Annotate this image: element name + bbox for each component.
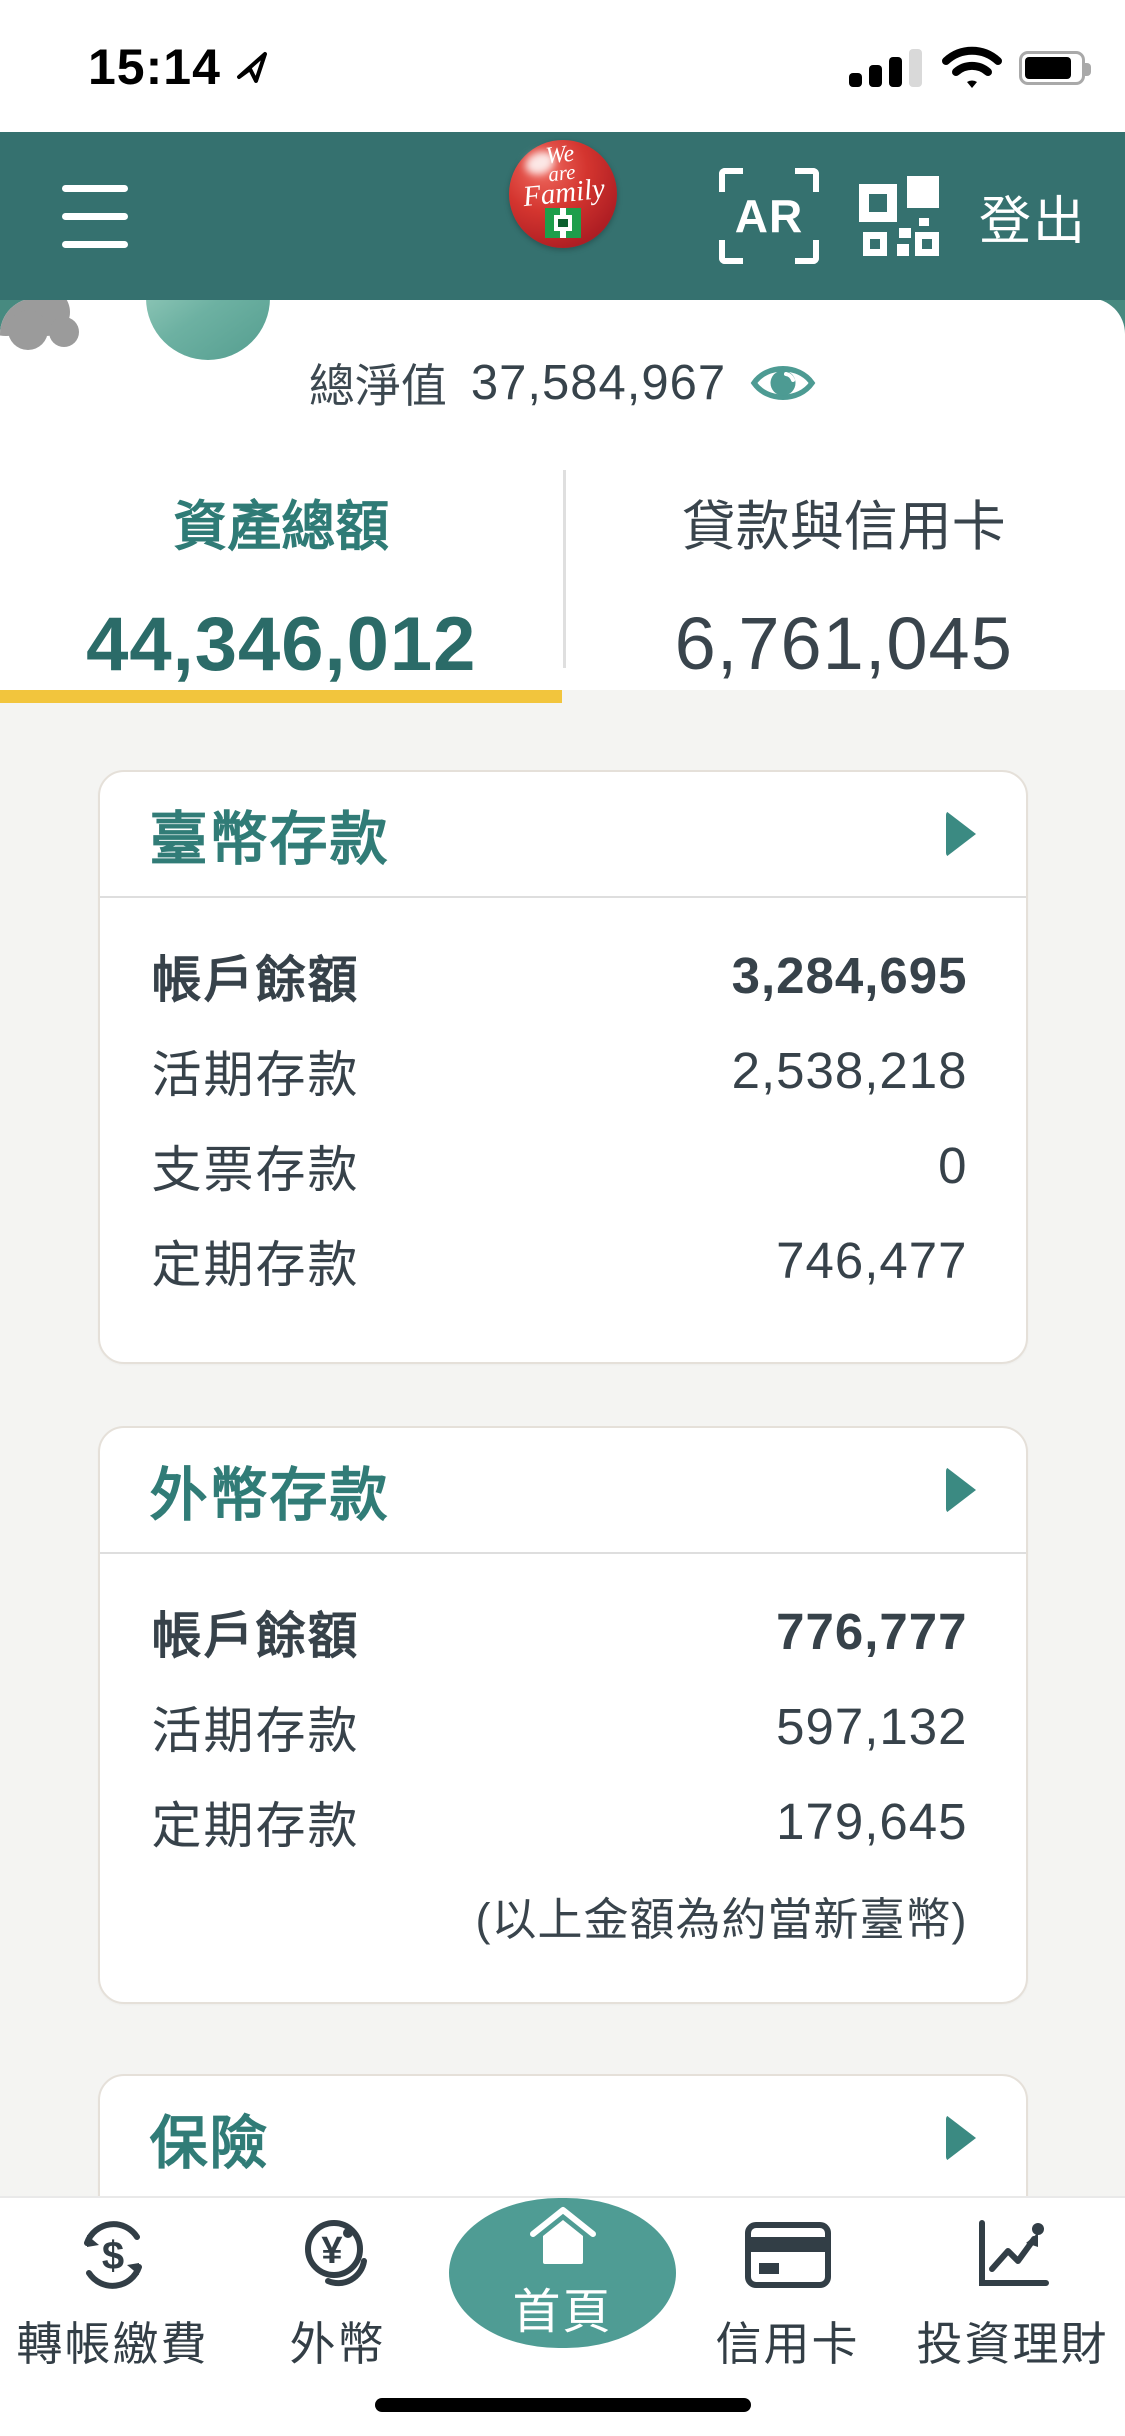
tab-total-assets-value: 44,346,012	[86, 602, 477, 687]
insurance-card-header[interactable]: 保險	[100, 2076, 1026, 2196]
svg-text:¥: ¥	[321, 2230, 342, 2272]
twd-deposit-card: 臺幣存款 帳戶餘額 3,284,695 活期存款 2,538,218 支票存款 …	[97, 770, 1028, 1364]
battery-level	[1025, 57, 1071, 79]
net-worth-label: 總淨值	[308, 360, 447, 412]
fx-deposit-card: 外幣存款 帳戶餘額 776,777 活期存款 597,132 定期存款 179,…	[97, 1426, 1028, 2004]
status-bar: 15:14	[0, 0, 1125, 132]
ar-label: AR	[734, 190, 804, 242]
net-worth-row: 總淨值 37,584,967	[0, 350, 1125, 416]
twd-deposit-card-header[interactable]: 臺幣存款	[99, 772, 1026, 898]
fx-conversion-note: (以上金額為約當新臺幣)	[475, 1894, 968, 1945]
summary-sheet: 總淨值 37,584,967 資產總額 44,346,012 貸款與信用卡 6,…	[0, 298, 1125, 690]
home-icon	[529, 2207, 596, 2264]
logo-slogan: We are Family	[521, 140, 607, 214]
foreign-currency-icon: ¥	[298, 2212, 378, 2298]
summary-tabs: 資產總額 44,346,012 貸款與信用卡 6,761,045	[0, 468, 1125, 690]
location-arrow-icon	[236, 52, 267, 83]
svg-text:$: $	[101, 2234, 123, 2278]
insurance-card: 保險	[97, 2074, 1028, 2196]
insurance-title: 保險	[149, 2111, 270, 2176]
clock-text: 15:14	[88, 39, 221, 95]
chevron-right-icon	[945, 1467, 976, 1513]
logout-button[interactable]: 登出	[979, 179, 1087, 254]
battery-icon	[1019, 51, 1091, 85]
accounts-scroll-area[interactable]: 臺幣存款 帳戶餘額 3,284,695 活期存款 2,538,218 支票存款 …	[0, 690, 1125, 2196]
tab-loans-credit-value: 6,761,045	[674, 602, 1013, 685]
wifi-icon	[942, 46, 1002, 88]
tabs-divider	[562, 470, 566, 668]
credit-card-icon	[744, 2212, 832, 2298]
tab-total-assets-label: 資產總額	[173, 497, 390, 557]
fx-deposit-title: 外幣存款	[149, 1463, 390, 1528]
ar-scan-button[interactable]: AR	[718, 168, 819, 264]
bank-emblem	[544, 208, 581, 239]
nav-home-label: 首頁	[512, 2286, 613, 2339]
tab-total-assets[interactable]: 資產總額 44,346,012	[0, 468, 563, 690]
investment-icon	[972, 2212, 1054, 2298]
qr-code-icon[interactable]	[858, 176, 939, 256]
transfer-icon: $	[71, 2212, 155, 2298]
nav-transfer-pay[interactable]: $ 轉帳繳費	[0, 2198, 225, 2436]
menu-button[interactable]	[62, 176, 132, 256]
table-row: 定期存款 179,645	[151, 1793, 968, 1854]
table-row: 活期存款 597,132	[151, 1698, 968, 1759]
table-row: 支票存款 0	[151, 1137, 968, 1198]
net-worth-value: 37,584,967	[470, 356, 727, 410]
cellular-signal-icon	[849, 49, 922, 87]
table-row: 帳戶餘額 776,777	[151, 1603, 968, 1664]
table-row: 活期存款 2,538,218	[151, 1042, 968, 1103]
table-row: 帳戶餘額 3,284,695	[151, 947, 968, 1008]
eye-visibility-toggle[interactable]	[750, 360, 816, 406]
twd-deposit-title: 臺幣存款	[149, 807, 390, 872]
status-time: 15:14	[88, 38, 269, 96]
table-row: 定期存款 746,477	[151, 1232, 968, 1293]
mobile-banking-home-screen: 15:14 We are Family AR 登出 總淨值 37,584,967…	[0, 0, 1125, 2436]
tab-loans-credit[interactable]: 貸款與信用卡 6,761,045	[563, 468, 1125, 690]
bank-logo: We are Family	[508, 140, 617, 248]
active-tab-indicator	[0, 690, 562, 703]
nav-home-button[interactable]: 首頁	[449, 2198, 676, 2348]
nav-investment[interactable]: 投資理財	[900, 2198, 1125, 2436]
status-icons	[849, 46, 1091, 90]
chevron-right-icon	[945, 811, 976, 857]
home-indicator[interactable]	[374, 2398, 751, 2412]
app-header: We are Family AR 登出	[0, 132, 1125, 300]
tab-loans-credit-label: 貸款與信用卡	[681, 497, 1006, 557]
chevron-right-icon	[945, 2115, 976, 2161]
fx-deposit-card-header[interactable]: 外幣存款	[99, 1428, 1026, 1554]
